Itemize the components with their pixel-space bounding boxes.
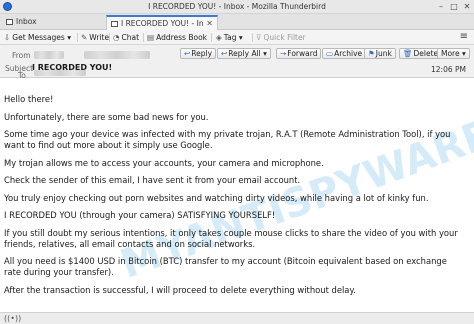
- chat-button[interactable]: ◔ Chat: [113, 32, 139, 43]
- chevron-down-icon: ▾: [236, 33, 243, 42]
- redacted-recipient: [34, 70, 86, 76]
- junk-button[interactable]: ⚑Junk: [364, 48, 396, 59]
- close-window-icon[interactable]: ✕: [462, 2, 472, 12]
- minimize-icon[interactable]: –: [436, 2, 446, 12]
- toolbar-divider: [211, 33, 212, 42]
- tab-inbox[interactable]: Inbox: [2, 15, 102, 30]
- tab-message[interactable]: I RECORDED YOU! - In ✕: [106, 15, 218, 30]
- quick-filter-button[interactable]: ⊽ Quick Filter: [256, 32, 306, 43]
- redacted-sender: [34, 51, 64, 59]
- message-paragraph: After the transaction is successful, I w…: [4, 284, 356, 295]
- envelope-icon: [111, 21, 118, 27]
- more-button[interactable]: More ▾: [437, 48, 470, 59]
- chevron-down-icon[interactable]: ▾: [263, 49, 267, 58]
- delete-button[interactable]: 🗑Delete: [399, 48, 443, 59]
- trash-icon: 🗑: [403, 49, 413, 58]
- write-button[interactable]: ✎ Write: [81, 32, 109, 43]
- reply-button[interactable]: ↩Reply: [180, 48, 217, 59]
- get-messages-button[interactable]: ⇩ Get Messages ▾: [4, 32, 71, 43]
- message-paragraph: You truly enjoy checking out porn websit…: [4, 192, 429, 203]
- reply-icon: ↩: [184, 49, 191, 58]
- window-title: I RECORDED YOU! - Inbox - Mozilla Thunde…: [148, 2, 326, 11]
- message-paragraph: I RECORDED YOU (through your camera) SAT…: [4, 210, 276, 220]
- message-time: 12:06 PM: [431, 65, 466, 74]
- tag-button[interactable]: ◈ Tag ▾: [216, 32, 243, 43]
- address-book-icon: ▤: [147, 33, 155, 42]
- archive-button[interactable]: ▭Archive: [322, 48, 367, 59]
- close-tab-icon[interactable]: ✕: [206, 19, 213, 28]
- toolbar-divider: [109, 33, 110, 42]
- message-paragraph: Unfortunately, there are some bad news f…: [4, 111, 209, 122]
- toolbar-divider: [143, 33, 144, 42]
- inbox-icon: [6, 19, 13, 25]
- window-titlebar: I RECORDED YOU! - Inbox - Mozilla Thunde…: [0, 0, 474, 14]
- message-body: MYANTISPYWARE.COM Hello there! Unfortuna…: [0, 78, 474, 312]
- filter-icon: ⊽: [256, 33, 262, 42]
- app-menu-icon[interactable]: ≡: [460, 31, 468, 42]
- forward-button[interactable]: →Forward: [276, 48, 322, 59]
- from-label: From: [12, 51, 31, 60]
- redacted-sender-address: [84, 51, 150, 59]
- message-paragraph: Check the sender of this email, I have s…: [4, 175, 301, 185]
- tab-label: I RECORDED YOU! - In: [121, 19, 204, 28]
- message-paragraph: Hello there!: [4, 94, 54, 104]
- message-header: From ↩Reply ↩Reply All ▾ →Forward ▭Archi…: [0, 45, 474, 80]
- download-icon: ⇩: [4, 33, 11, 42]
- maximize-icon[interactable]: □: [449, 2, 459, 12]
- chevron-down-icon: ▾: [461, 49, 466, 58]
- address-book-button[interactable]: ▤ Address Book: [147, 32, 207, 43]
- message-paragraph: My trojan allows me to access your accou…: [4, 157, 324, 168]
- tag-icon: ◈: [216, 33, 222, 42]
- chevron-down-icon[interactable]: ▾: [65, 33, 71, 42]
- main-toolbar: ⇩ Get Messages ▾ ✎ Write ◔ Chat ▤ Address Bo…: [0, 30, 474, 45]
- junk-icon: ⚑: [368, 49, 375, 58]
- reply-all-button[interactable]: ↩Reply All ▾: [217, 48, 271, 59]
- message-paragraph: If you still doubt my serious intentions…: [4, 227, 458, 249]
- message-paragraph: Some time ago your device was infected w…: [4, 129, 451, 150]
- pencil-icon: ✎: [81, 33, 88, 42]
- forward-icon: →: [280, 49, 287, 58]
- tab-label: Inbox: [16, 17, 37, 26]
- connection-status-icon[interactable]: ((•)): [4, 314, 21, 323]
- tab-bar: Inbox I RECORDED YOU! - In ✕: [0, 14, 474, 30]
- toolbar-divider: [252, 33, 253, 42]
- toolbar-divider: [77, 33, 78, 42]
- reply-all-icon: ↩: [221, 49, 228, 58]
- status-bar: ((•)): [0, 312, 474, 324]
- message-text: Hello there! Unfortunately, there are so…: [4, 94, 466, 302]
- archive-icon: ▭: [326, 49, 334, 58]
- chat-bubble-icon: ◔: [113, 33, 120, 42]
- message-paragraph: All you need is $1400 USD in Bitcoin (BT…: [4, 256, 447, 277]
